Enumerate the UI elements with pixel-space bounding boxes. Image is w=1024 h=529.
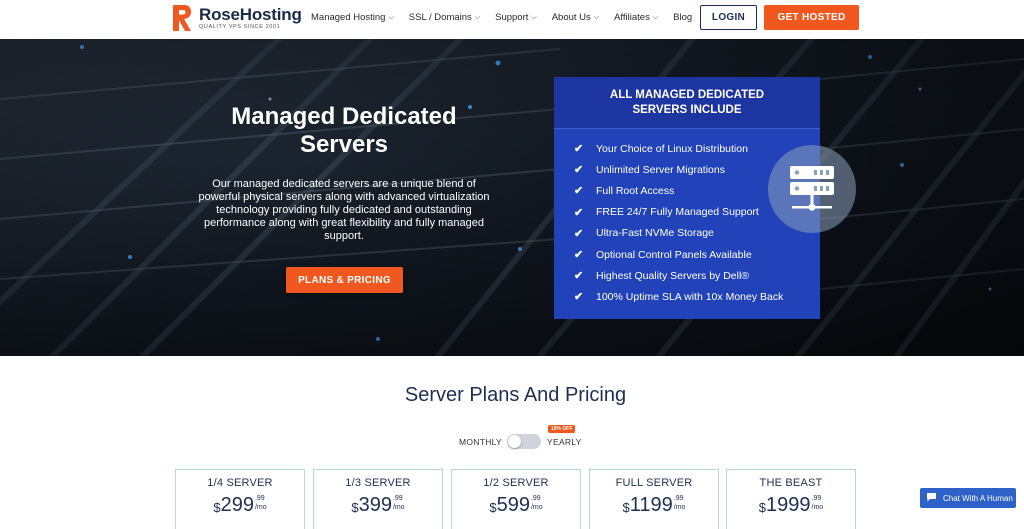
chevron-down-icon: ⌵: [388, 13, 394, 21]
discount-badge: 10% OFF: [548, 425, 576, 433]
feature-label: FREE 24/7 Fully Managed Support: [596, 206, 759, 219]
chat-bubble-icon: [926, 492, 937, 504]
price-cents: .99: [254, 495, 265, 502]
price-period: /mo: [530, 504, 543, 511]
chat-label: Chat With A Human: [943, 493, 1013, 503]
nav-label: Support: [495, 12, 529, 23]
price-cents: .99: [530, 495, 541, 502]
currency: $: [758, 500, 767, 515]
price-amount: 1199: [629, 494, 673, 516]
nav-label: About Us: [551, 12, 591, 23]
list-item: ✔ Your Choice of Linux Distribution: [554, 138, 820, 159]
get-hosted-button[interactable]: GET HOSTED: [764, 5, 859, 30]
yearly-label[interactable]: YEARLY: [547, 437, 582, 447]
nav-label: Blog: [673, 12, 693, 23]
chat-button[interactable]: Chat With A Human: [920, 488, 1016, 508]
pricing-cards: 1/4 SERVER $ 299 .99/mo 1/3 SERVER $ 399…: [175, 469, 857, 529]
plan-card-full[interactable]: FULL SERVER $ 1199 .99/mo: [589, 469, 719, 529]
checkmark-icon: ✔: [574, 270, 584, 283]
plan-price: $ 1199 .99/mo: [590, 495, 718, 515]
checkmark-icon: ✔: [574, 206, 584, 219]
chevron-down-icon: ⌵: [531, 13, 537, 21]
plan-price: $ 1999 .99/mo: [727, 495, 855, 515]
logo[interactable]: RoseHosting QUALITY VPS SINCE 2001: [171, 3, 302, 33]
rose-logo-icon: [171, 3, 193, 33]
price-cents: .99: [811, 495, 822, 502]
price-period: /mo: [811, 504, 824, 511]
chevron-down-icon: ⌵: [593, 13, 600, 21]
pricing-title: Server Plans And Pricing: [404, 384, 627, 406]
price-amount: 299: [220, 494, 254, 516]
list-item: ✔ Highest Quality Servers by Dell®: [554, 265, 820, 286]
nav-managed-hosting[interactable]: Managed Hosting ⌵: [311, 12, 394, 23]
feature-label: Highest Quality Servers by Dell®: [596, 269, 750, 282]
brand-tagline: QUALITY VPS SINCE 2001: [199, 23, 281, 30]
nav-support[interactable]: Support ⌵: [495, 12, 537, 23]
list-item: ✔ Optional Control Panels Available: [554, 244, 820, 265]
price-amount: 599: [496, 494, 530, 516]
nav-label: SSL / Domains: [408, 12, 472, 23]
billing-toggle: MONTHLY 10% OFF YEARLY: [459, 425, 599, 454]
chevron-down-icon: ⌵: [652, 13, 659, 21]
feature-label: Unlimited Server Migrations: [596, 163, 725, 176]
price-period: /mo: [254, 504, 267, 511]
monthly-label[interactable]: MONTHLY: [459, 437, 502, 447]
billing-switch[interactable]: [507, 434, 541, 449]
checkmark-icon: ✔: [574, 227, 584, 240]
nav-label: Affiliates: [614, 12, 650, 23]
hero-section: Managed Dedicated Servers Our managed de…: [0, 39, 1024, 356]
login-button[interactable]: LOGIN: [700, 5, 757, 30]
plan-name: FULL SERVER: [615, 477, 693, 489]
plans-pricing-button[interactable]: PLANS & PRICING: [286, 267, 403, 293]
price-amount: 399: [358, 494, 392, 516]
feature-label: Optional Control Panels Available: [596, 248, 752, 261]
plan-card-half[interactable]: 1/2 SERVER $ 599 .99/mo: [451, 469, 581, 529]
plan-price: $ 599 .99/mo: [452, 495, 580, 515]
checkmark-icon: ✔: [574, 185, 584, 198]
nav-blog[interactable]: Blog: [673, 12, 692, 23]
price-cents: .99: [673, 495, 684, 502]
chevron-down-icon: ⌵: [474, 13, 481, 21]
currency: $: [213, 500, 221, 515]
nav-label: Managed Hosting: [311, 12, 386, 23]
feature-label: 100% Uptime SLA with 10x Money Back: [596, 290, 784, 303]
brand-name: RoseHosting: [199, 4, 302, 24]
plan-price: $ 299 .99/mo: [176, 495, 304, 515]
price-amount: 1999: [766, 494, 811, 516]
plan-name: 1/3 SERVER: [345, 477, 411, 489]
nav-ssl-domains[interactable]: SSL / Domains ⌵: [409, 12, 480, 23]
plan-price: $ 399 .99/mo: [314, 495, 442, 515]
feature-label: Ultra-Fast NVMe Storage: [596, 227, 714, 240]
price-cents: .99: [392, 495, 403, 502]
features-heading: ALL MANAGED DEDICATED SERVERS INCLUDE: [554, 77, 820, 129]
main-nav: Managed Hosting ⌵ SSL / Domains ⌵ Support ⌵…: [311, 12, 707, 23]
server-room-background: [0, 39, 1024, 356]
hero-title: Managed Dedicated Servers: [231, 103, 457, 158]
nav-about-us[interactable]: About Us ⌵: [552, 12, 599, 23]
list-item: ✔ Ultra-Fast NVMe Storage: [554, 223, 820, 244]
switch-knob: [508, 435, 521, 448]
plan-card-quarter[interactable]: 1/4 SERVER $ 299 .99/mo: [175, 469, 305, 529]
price-period: /mo: [392, 504, 405, 511]
checkmark-icon: ✔: [574, 164, 584, 177]
feature-label: Your Choice of Linux Distribution: [596, 142, 748, 155]
currency: $: [622, 500, 630, 515]
site-header: RoseHosting QUALITY VPS SINCE 2001 Manag…: [0, 0, 1024, 39]
checkmark-icon: ✔: [574, 249, 584, 262]
plan-card-beast[interactable]: THE BEAST $ 1999 .99/mo: [726, 469, 856, 529]
list-item: ✔ 100% Uptime SLA with 10x Money Back: [554, 286, 820, 307]
price-period: /mo: [673, 504, 686, 511]
currency: $: [489, 500, 497, 515]
checkmark-icon: ✔: [574, 291, 584, 304]
plan-name: 1/4 SERVER: [207, 477, 273, 489]
plan-card-third[interactable]: 1/3 SERVER $ 399 .99/mo: [313, 469, 443, 529]
plan-name: THE BEAST: [759, 477, 823, 489]
plan-name: 1/2 SERVER: [483, 477, 549, 489]
nav-affiliates[interactable]: Affiliates ⌵: [614, 12, 658, 23]
feature-label: Full Root Access: [596, 184, 675, 197]
checkmark-icon: ✔: [574, 143, 584, 156]
server-rack-icon: [768, 145, 856, 233]
hero-description: Our managed dedicated servers are a uniq…: [198, 178, 490, 242]
currency: $: [351, 500, 359, 515]
